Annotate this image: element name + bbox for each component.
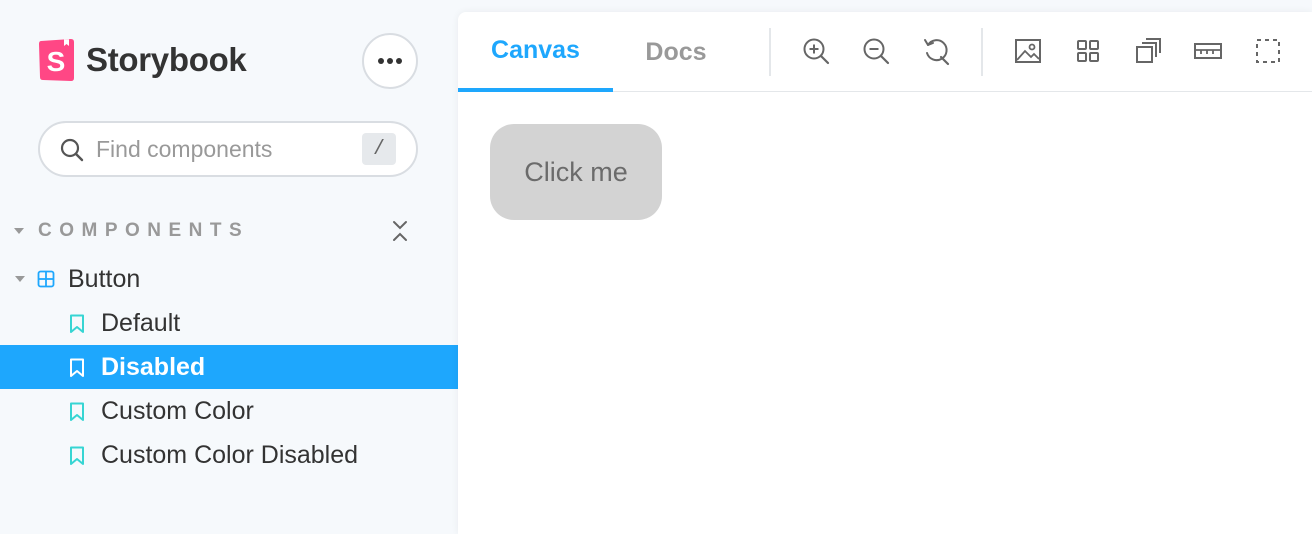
tab-canvas[interactable]: Canvas — [458, 12, 613, 92]
bookmark-icon — [70, 402, 84, 421]
components-section-header[interactable]: COMPONENTS — [14, 216, 414, 246]
search-box[interactable]: / — [38, 121, 418, 177]
ellipsis-dot — [378, 58, 384, 64]
zoom-in-button[interactable] — [799, 34, 833, 68]
background-image-icon — [1015, 39, 1041, 63]
sidebar: S Storybook / COMPONENTS Button — [0, 0, 458, 534]
search-input[interactable] — [96, 133, 352, 165]
brand[interactable]: S Storybook — [38, 38, 247, 82]
story-item-custom-color-disabled[interactable]: Custom Color Disabled — [0, 433, 458, 477]
zoom-out-button[interactable] — [859, 34, 893, 68]
story-canvas: Click me — [458, 92, 1312, 534]
zoom-out-icon — [863, 38, 890, 65]
grid-button[interactable] — [1071, 34, 1105, 68]
story-item-disabled[interactable]: Disabled — [0, 345, 458, 389]
caret-down-icon — [14, 228, 24, 234]
outline-icon — [1256, 39, 1280, 63]
measure-button[interactable] — [1191, 34, 1225, 68]
grid-icon — [1077, 40, 1099, 62]
tree-item-label: Button — [68, 264, 141, 293]
preview-panel: Canvas Docs Click me — [458, 12, 1312, 534]
storybook-logo-icon: S — [39, 39, 74, 81]
tree-item-button[interactable]: Button — [0, 257, 458, 301]
more-options-button[interactable] — [362, 33, 418, 89]
search-shortcut-key: / — [362, 133, 396, 165]
brand-name: Storybook — [86, 41, 247, 78]
toolbar-divider — [769, 28, 771, 76]
reset-zoom-icon — [924, 39, 950, 66]
search-icon — [60, 138, 84, 162]
zoom-in-icon — [803, 38, 830, 65]
section-label: COMPONENTS — [38, 220, 250, 241]
measure-icon — [1194, 43, 1222, 59]
viewport-icon — [1136, 38, 1161, 63]
demo-button[interactable]: Click me — [490, 124, 662, 220]
story-label: Default — [101, 308, 181, 337]
bookmark-icon — [70, 446, 84, 465]
story-item-custom-color[interactable]: Custom Color — [0, 389, 458, 433]
outline-button[interactable] — [1251, 34, 1285, 68]
story-label: Custom Color — [101, 396, 254, 425]
tab-docs[interactable]: Docs — [613, 12, 739, 92]
viewport-button[interactable] — [1131, 34, 1165, 68]
caret-down-icon — [15, 276, 25, 282]
ellipsis-dot — [396, 58, 402, 64]
toolbar-divider — [981, 28, 983, 76]
story-item-default[interactable]: Default — [0, 301, 458, 345]
ellipsis-dot — [387, 58, 393, 64]
story-label: Custom Color Disabled — [101, 440, 359, 469]
logo-letter: S — [47, 46, 66, 77]
story-label: Disabled — [101, 352, 206, 381]
background-button[interactable] — [1011, 34, 1045, 68]
bookmark-icon — [70, 314, 84, 333]
toolbar: Canvas Docs — [458, 12, 1312, 92]
bookmark-icon — [70, 358, 84, 377]
collapse-all-icon[interactable] — [388, 218, 412, 244]
component-icon — [37, 270, 55, 288]
reset-zoom-button[interactable] — [919, 34, 953, 68]
